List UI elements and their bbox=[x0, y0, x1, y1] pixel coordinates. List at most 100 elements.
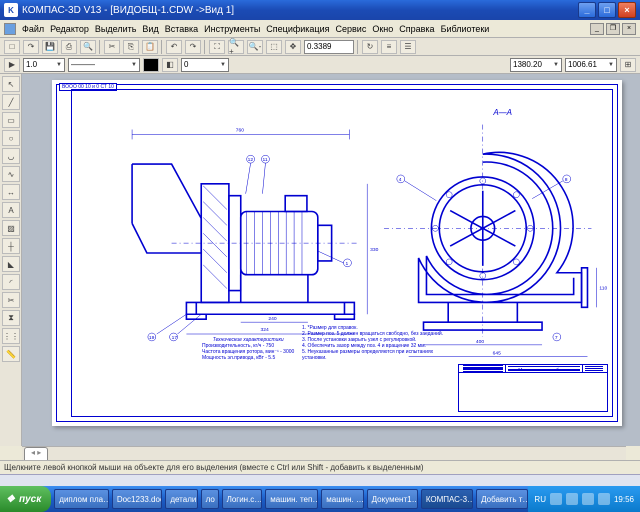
fillet-icon[interactable]: ◜ bbox=[2, 274, 20, 290]
zoomout-icon[interactable]: 🔍- bbox=[247, 40, 263, 54]
layers-icon[interactable]: ≡ bbox=[381, 40, 397, 54]
taskbar: ❖пуск диплом пла… Doc1233.doc детали ло … bbox=[0, 486, 640, 512]
layer-combo[interactable]: 0 bbox=[181, 58, 229, 72]
zoomfit-icon[interactable]: ⛶ bbox=[209, 40, 225, 54]
svg-text:400: 400 bbox=[476, 339, 484, 345]
view-tabs: ◂ ▸ bbox=[22, 446, 626, 460]
arrow-icon[interactable]: ▶ bbox=[4, 58, 20, 72]
text-icon[interactable]: A bbox=[2, 202, 20, 218]
task-item[interactable]: диплом пла… bbox=[54, 489, 109, 509]
coord-x[interactable]: 1380.20 bbox=[510, 58, 562, 72]
separator bbox=[357, 40, 359, 54]
undo-icon[interactable]: ↶ bbox=[166, 40, 182, 54]
line-icon[interactable]: ╱ bbox=[2, 94, 20, 110]
maximize-button[interactable]: □ bbox=[598, 2, 616, 18]
arc-icon[interactable]: ◡ bbox=[2, 148, 20, 164]
pan-icon[interactable]: ✥ bbox=[285, 40, 301, 54]
circle-icon[interactable]: ○ bbox=[2, 130, 20, 146]
trim-icon[interactable]: ✂ bbox=[2, 292, 20, 308]
sheet-frame: ВООО 00 10 и 0 СТ 10 А—А 760 bbox=[56, 84, 618, 422]
close-button[interactable]: × bbox=[618, 2, 636, 18]
pointer-icon[interactable]: ↖ bbox=[2, 76, 20, 92]
svg-text:760: 760 bbox=[236, 127, 244, 133]
inner-frame: А—А 760 bbox=[71, 89, 613, 417]
mdi-restore[interactable]: ❐ bbox=[606, 23, 620, 35]
save-icon[interactable]: 💾 bbox=[42, 40, 58, 54]
spline-icon[interactable]: ∿ bbox=[2, 166, 20, 182]
menu-libs[interactable]: Библиотеки bbox=[441, 24, 490, 34]
task-item[interactable]: детали bbox=[165, 489, 197, 509]
chamfer-icon[interactable]: ◣ bbox=[2, 256, 20, 272]
start-button[interactable]: ❖пуск bbox=[0, 486, 51, 512]
zoom-input[interactable]: 0.3389 bbox=[304, 40, 354, 54]
rect-icon[interactable]: ▭ bbox=[2, 112, 20, 128]
menu-window[interactable]: Окно bbox=[372, 24, 393, 34]
task-item[interactable]: КОМПАС-3… bbox=[421, 489, 473, 509]
system-tray[interactable]: RU 19:56 bbox=[528, 486, 640, 512]
task-item[interactable]: машин. теп… bbox=[265, 489, 318, 509]
print-icon[interactable]: ⎙ bbox=[61, 40, 77, 54]
mdi-close[interactable]: × bbox=[622, 23, 636, 35]
new-icon[interactable]: □ bbox=[4, 40, 20, 54]
layer-icon[interactable]: ◧ bbox=[162, 58, 178, 72]
view-tab[interactable]: ◂ ▸ bbox=[24, 447, 48, 461]
svg-text:4: 4 bbox=[399, 177, 402, 183]
snap-icon[interactable]: ⊞ bbox=[620, 58, 636, 72]
menu-edit[interactable]: Редактор bbox=[50, 24, 89, 34]
paste-icon[interactable]: 📋 bbox=[142, 40, 158, 54]
app-divider bbox=[0, 474, 640, 486]
task-item[interactable]: Добавить т… bbox=[476, 489, 528, 509]
task-item[interactable]: ло bbox=[201, 489, 219, 509]
menu-file[interactable]: Файл bbox=[22, 24, 44, 34]
svg-text:17: 17 bbox=[172, 335, 178, 341]
titlebar: K КОМПАС-3D V13 - [ВИДОБЩ-1.CDW ->Вид 1]… bbox=[0, 0, 640, 20]
lang-indicator[interactable]: RU bbox=[534, 495, 546, 504]
stroke-combo[interactable]: 1.0 bbox=[23, 58, 65, 72]
copy-icon[interactable]: ⎘ bbox=[123, 40, 139, 54]
svg-text:330: 330 bbox=[370, 247, 378, 253]
task-item[interactable]: Doc1233.doc bbox=[112, 489, 163, 509]
svg-text:324: 324 bbox=[261, 327, 269, 333]
properties-icon[interactable]: ☰ bbox=[400, 40, 416, 54]
tray-icon[interactable] bbox=[582, 493, 594, 505]
tech-notes-right: 1. *Размер для справок. 2. Размер поз. 5… bbox=[302, 325, 452, 361]
refresh-icon[interactable]: ↻ bbox=[362, 40, 378, 54]
axis-icon[interactable]: ┼ bbox=[2, 238, 20, 254]
task-item[interactable]: Логин.с… bbox=[222, 489, 263, 509]
toolbar-props: ▶ 1.0 ——— ◧ 0 1380.20 1006.61 ⊞ bbox=[0, 56, 640, 74]
task-item[interactable]: машин. … bbox=[321, 489, 363, 509]
tray-icon[interactable] bbox=[550, 493, 562, 505]
zoomwin-icon[interactable]: ⬚ bbox=[266, 40, 282, 54]
menu-insert[interactable]: Вставка bbox=[165, 24, 198, 34]
svg-text:240: 240 bbox=[268, 316, 276, 322]
tray-icon[interactable] bbox=[566, 493, 578, 505]
cut-icon[interactable]: ✂ bbox=[104, 40, 120, 54]
clock[interactable]: 19:56 bbox=[614, 495, 634, 504]
svg-text:645: 645 bbox=[493, 351, 501, 357]
tray-icon[interactable] bbox=[598, 493, 610, 505]
drawing-canvas[interactable]: ВООО 00 10 и 0 СТ 10 А—А 760 bbox=[22, 74, 640, 446]
menu-tools[interactable]: Инструменты bbox=[204, 24, 260, 34]
preview-icon[interactable]: 🔍 bbox=[80, 40, 96, 54]
menu-select[interactable]: Выделить bbox=[95, 24, 137, 34]
coord-y[interactable]: 1006.61 bbox=[565, 58, 617, 72]
array-icon[interactable]: ⋮⋮ bbox=[2, 328, 20, 344]
dim-icon[interactable]: ↔ bbox=[2, 184, 20, 200]
menu-view[interactable]: Вид bbox=[142, 24, 158, 34]
mirror-icon[interactable]: ⧗ bbox=[2, 310, 20, 326]
mdi-minimize[interactable]: _ bbox=[590, 23, 604, 35]
measure-icon[interactable]: 📏 bbox=[2, 346, 20, 362]
color-icon[interactable] bbox=[143, 58, 159, 72]
menu-help[interactable]: Справка bbox=[399, 24, 434, 34]
separator bbox=[99, 40, 101, 54]
menu-spec[interactable]: Спецификация bbox=[266, 24, 329, 34]
status-hint: Щелкните левой кнопкой мыши на объекте д… bbox=[4, 463, 424, 472]
hatch-icon[interactable]: ▨ bbox=[2, 220, 20, 236]
redo-icon[interactable]: ↷ bbox=[185, 40, 201, 54]
linestyle-combo[interactable]: ——— bbox=[68, 58, 140, 72]
zoomin-icon[interactable]: 🔍+ bbox=[228, 40, 244, 54]
task-item[interactable]: Документ1… bbox=[367, 489, 418, 509]
minimize-button[interactable]: _ bbox=[578, 2, 596, 18]
menu-service[interactable]: Сервис bbox=[336, 24, 367, 34]
open-icon[interactable]: ↷ bbox=[23, 40, 39, 54]
